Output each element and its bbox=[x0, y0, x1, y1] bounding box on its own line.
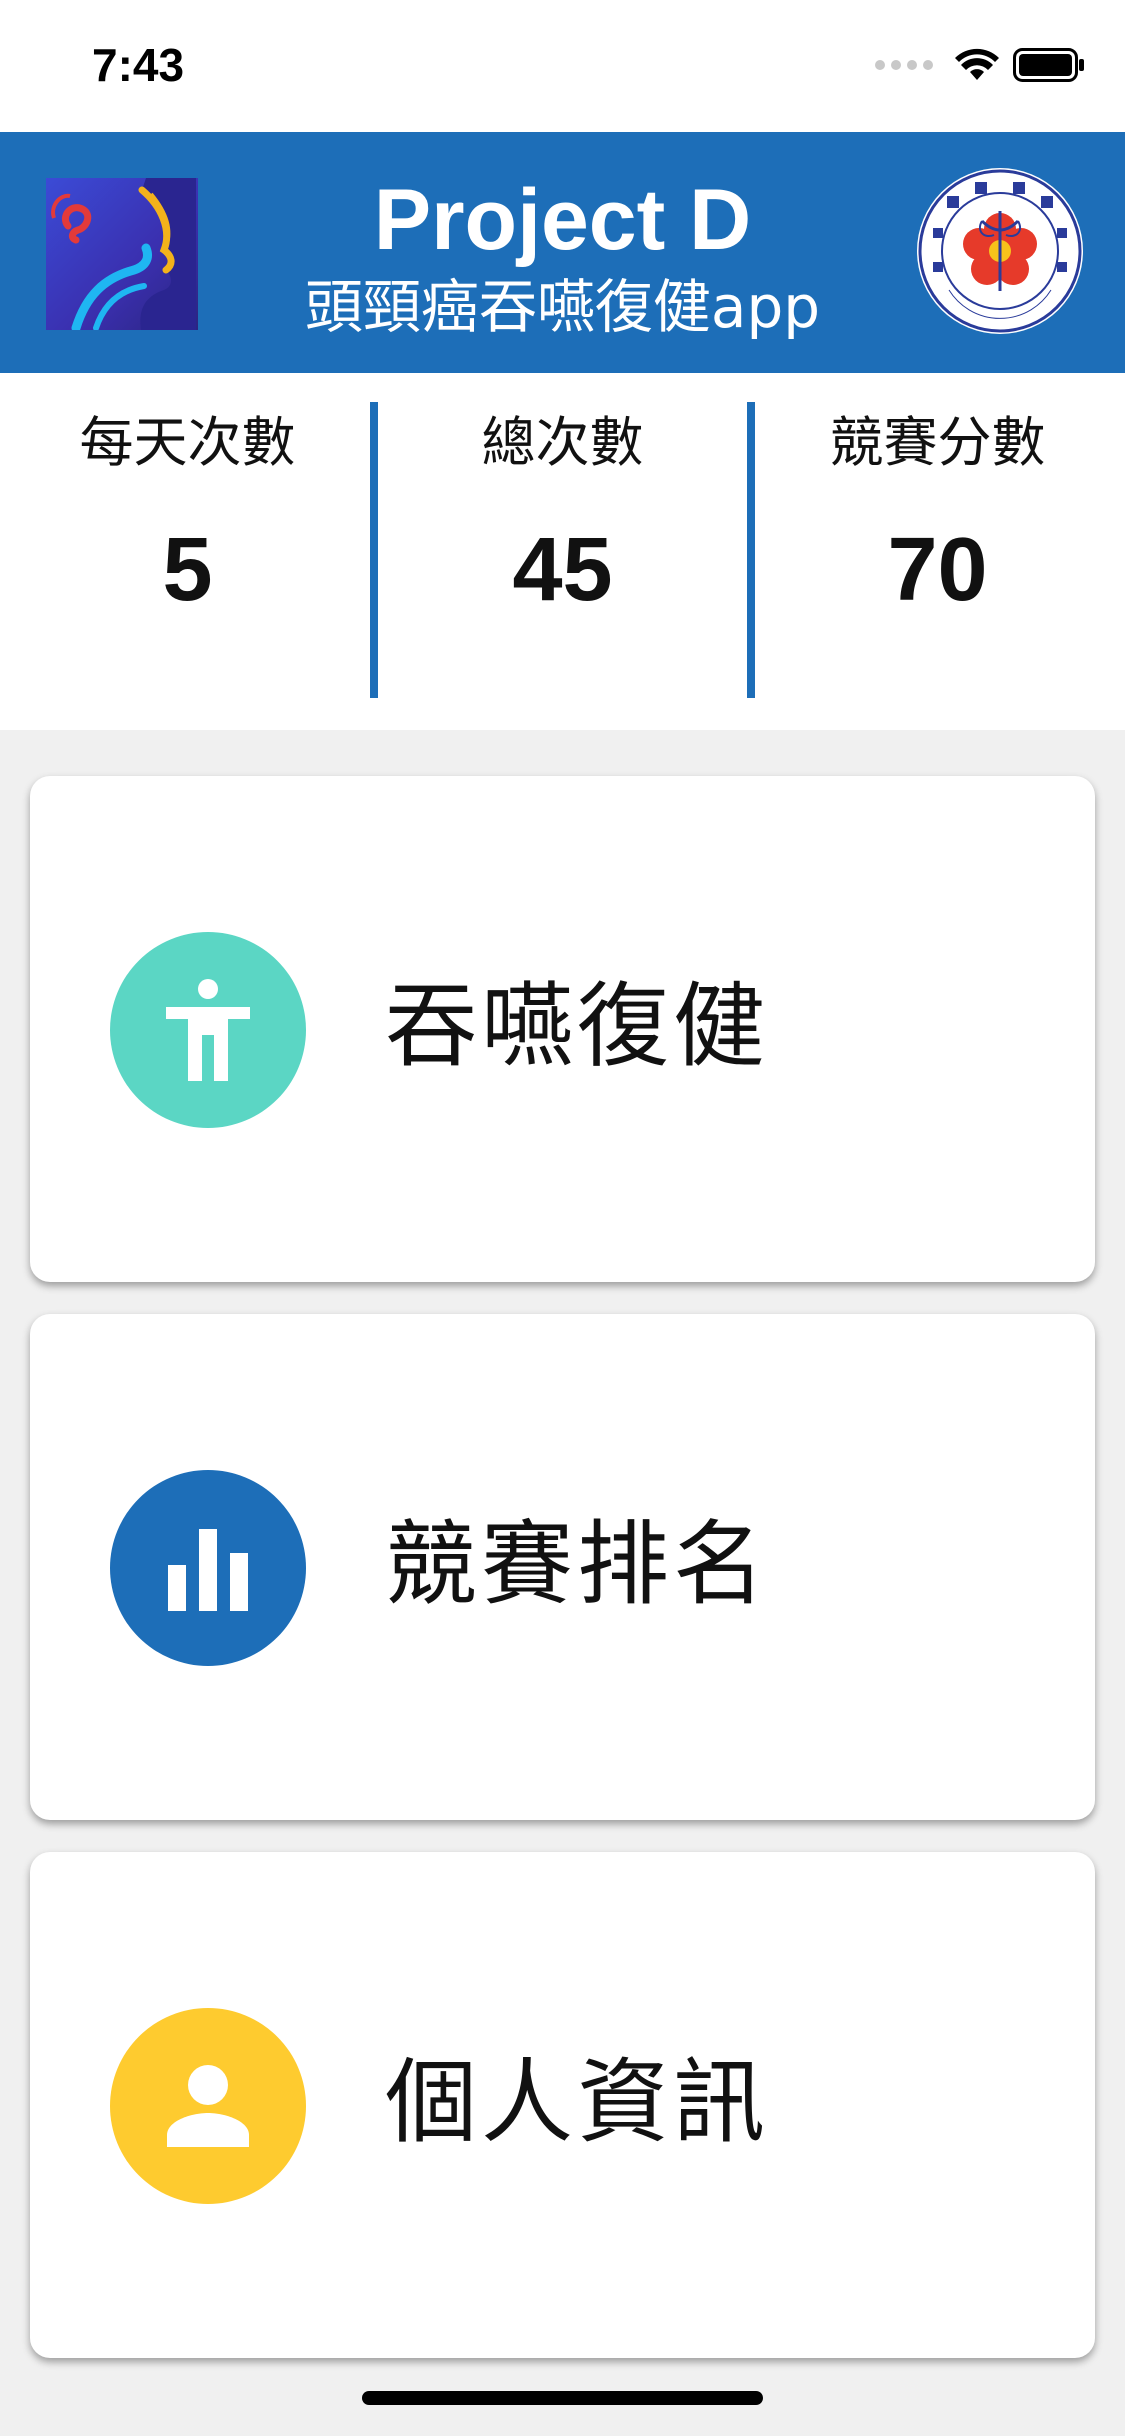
stat-total-count: 總次數 45 bbox=[375, 373, 750, 730]
status-time: 7:43 bbox=[92, 39, 185, 91]
status-bar: 7:43 bbox=[0, 0, 1125, 132]
menu-card-label: 個人資訊 bbox=[385, 2049, 770, 2156]
stat-value: 45 bbox=[512, 520, 613, 620]
battery-icon bbox=[1013, 48, 1085, 82]
menu-card-profile[interactable]: 個人資訊 bbox=[30, 1852, 1095, 2358]
stat-daily-count: 每天次數 5 bbox=[0, 373, 375, 730]
stat-label: 總次數 bbox=[481, 411, 644, 474]
cellular-signal-icon bbox=[875, 60, 933, 70]
menu-card-label: 吞嚥復健 bbox=[385, 973, 770, 1080]
menu-card-label: 競賽排名 bbox=[385, 1511, 770, 1618]
stat-label: 每天次數 bbox=[79, 411, 296, 474]
person-icon bbox=[110, 2008, 306, 2204]
menu-card-ranking[interactable]: 競賽排名 bbox=[30, 1314, 1095, 1820]
stat-competition-score: 競賽分數 70 bbox=[750, 373, 1125, 730]
bar-chart-icon bbox=[110, 1470, 306, 1666]
status-icons bbox=[875, 48, 1085, 82]
accessibility-icon bbox=[110, 932, 306, 1128]
wifi-icon bbox=[955, 48, 999, 82]
stat-value: 5 bbox=[162, 520, 213, 620]
stats-panel: 每天次數 5 總次數 45 競賽分數 70 bbox=[0, 373, 1125, 730]
menu-card-swallow-rehab[interactable]: 吞嚥復健 bbox=[30, 776, 1095, 1282]
university-seal-logo bbox=[917, 168, 1083, 334]
stat-value: 70 bbox=[887, 520, 988, 620]
stat-label: 競賽分數 bbox=[829, 411, 1046, 474]
home-indicator[interactable] bbox=[362, 2391, 763, 2405]
